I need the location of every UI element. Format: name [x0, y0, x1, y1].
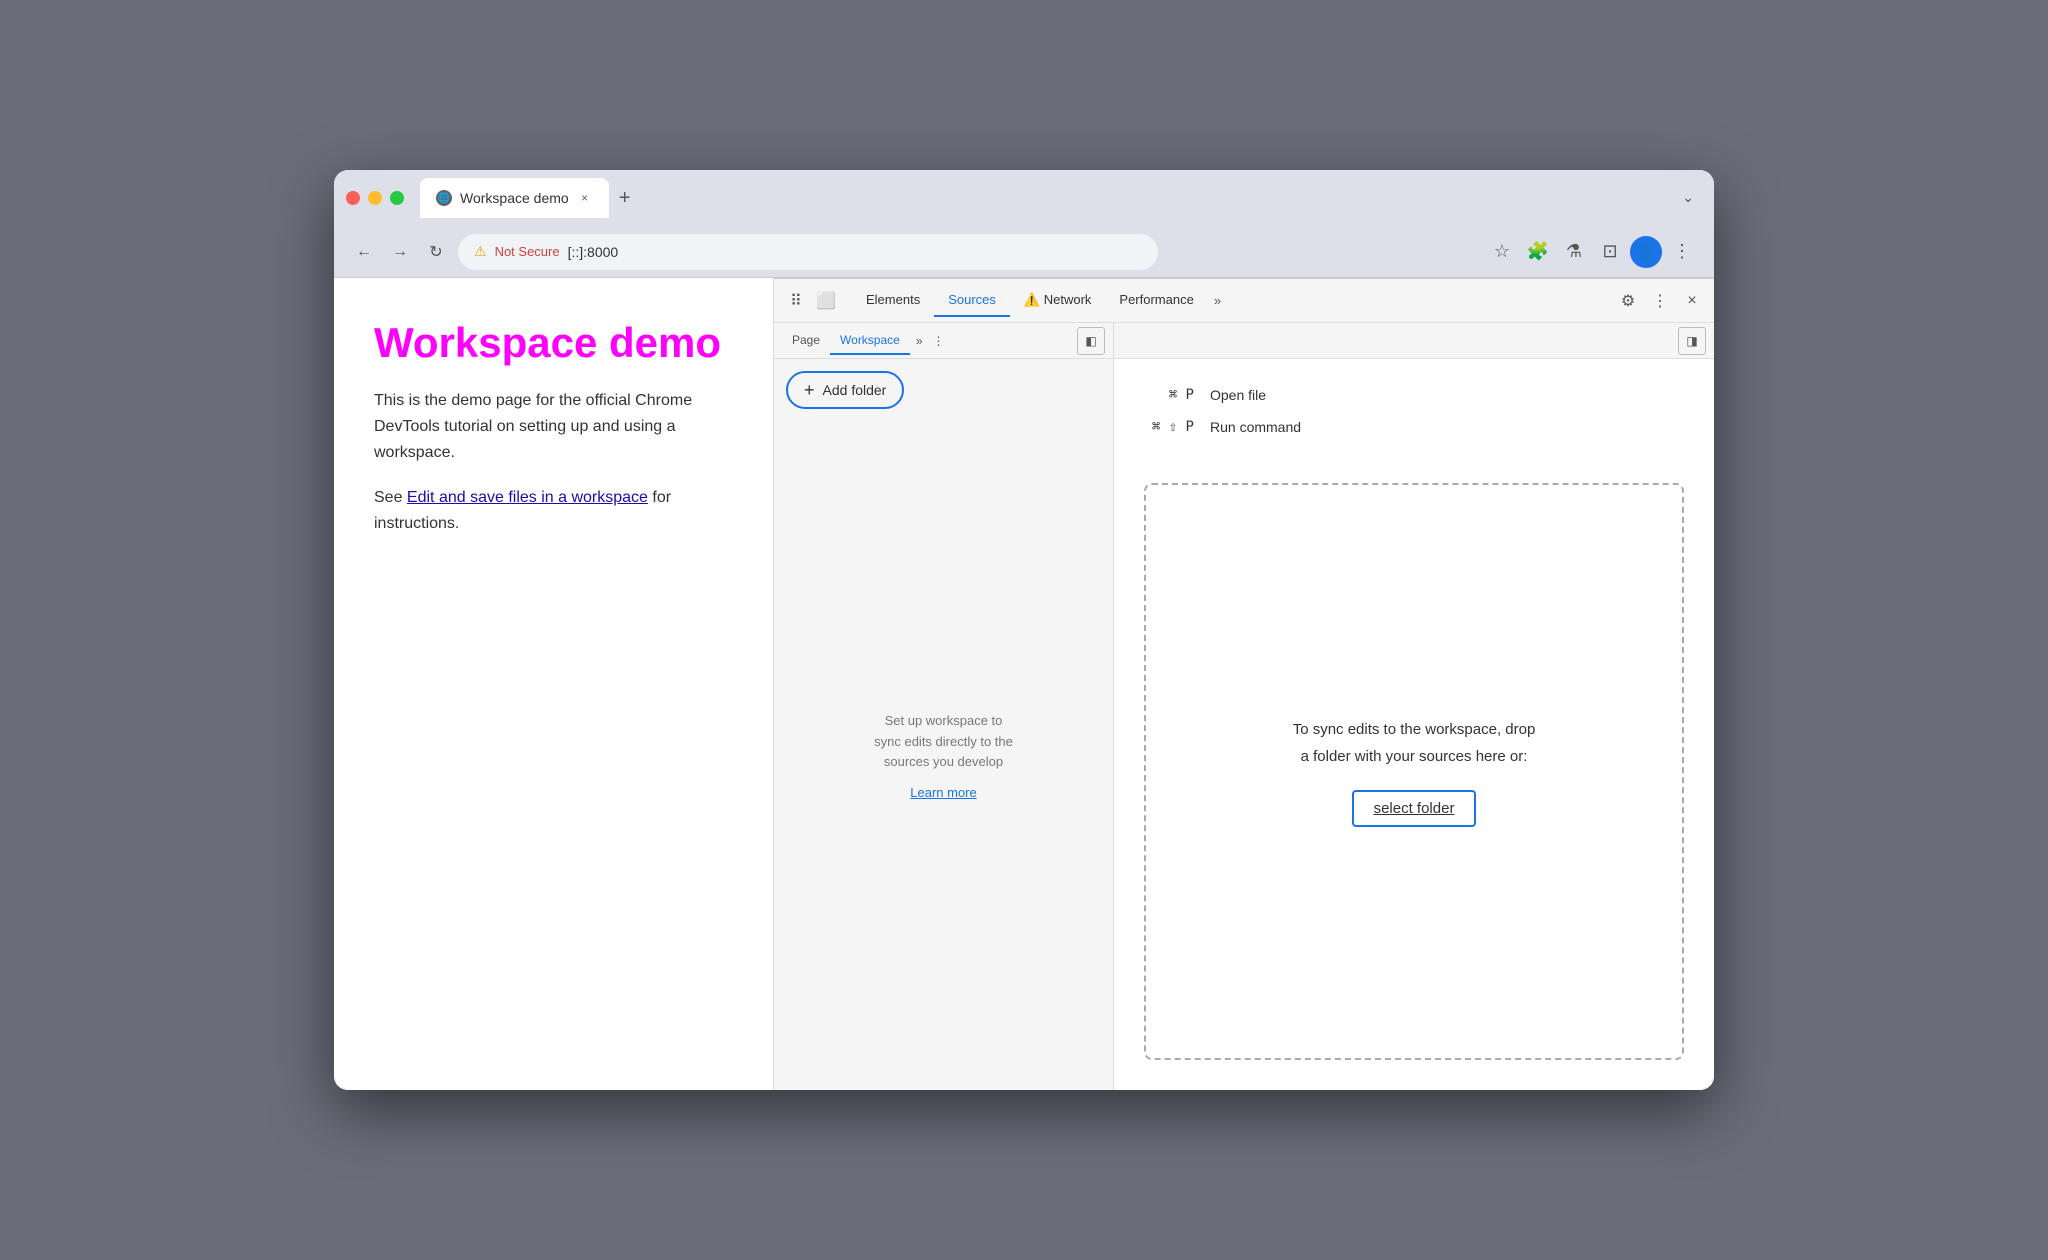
sources-tab[interactable]: Sources [934, 284, 1010, 317]
network-tab[interactable]: ⚠️ Network [1010, 284, 1106, 318]
more-tabs-button[interactable]: » [1208, 285, 1227, 316]
tab-title: Workspace demo [460, 190, 569, 206]
device-toolbar-icon[interactable]: ⬜ [812, 287, 840, 315]
devtools-toolbar-icons: ⠿ ⬜ [782, 287, 840, 315]
sources-main: ◨ ⌘ P Open file ⌘ ⇧ P [1114, 323, 1714, 1090]
sources-panel: Page Workspace » ⋮ ◧ + Add folder [774, 323, 1714, 1090]
devtools-panel: ⠿ ⬜ Elements Sources ⚠️ Network Performa… [774, 278, 1714, 1090]
run-command-key: ⌘ ⇧ P [1134, 419, 1194, 435]
devtools-topbar: ⠿ ⬜ Elements Sources ⚠️ Network Performa… [774, 279, 1714, 323]
new-tab-button[interactable]: + [609, 182, 641, 214]
extensions-icon[interactable]: 🧩 [1522, 236, 1554, 268]
split-icon[interactable]: ⊡ [1594, 236, 1626, 268]
devtools-close-icon[interactable]: × [1678, 287, 1706, 315]
traffic-lights [346, 191, 404, 205]
devtools-more-icon[interactable]: ⋮ [1646, 287, 1674, 315]
bookmark-icon[interactable]: ☆ [1486, 236, 1518, 268]
forward-button[interactable]: → [386, 238, 414, 266]
tab-bar: 🌐 Workspace demo × + [420, 178, 1674, 218]
devtools-right-icons: ⚙ ⋮ × [1614, 287, 1706, 315]
security-warning-icon: ⚠ [474, 243, 487, 260]
profile-icon[interactable]: 👤 [1630, 236, 1662, 268]
tab-close-button[interactable]: × [577, 190, 593, 206]
page-tab[interactable]: Page [782, 327, 830, 355]
add-folder-button[interactable]: + Add folder [786, 371, 904, 409]
inspect-element-icon[interactable]: ⠿ [782, 287, 810, 315]
add-folder-plus-icon: + [804, 381, 815, 399]
page-body-2-prefix: See [374, 489, 407, 506]
empty-state-text: Set up workspace to sync edits directly … [874, 711, 1013, 773]
open-file-shortcut: ⌘ P Open file [1134, 379, 1694, 411]
source-tabs-menu-button[interactable]: ⋮ [933, 334, 945, 348]
devtools-tabs: Elements Sources ⚠️ Network Performance … [852, 284, 1614, 318]
active-tab[interactable]: 🌐 Workspace demo × [420, 178, 609, 218]
sources-tabs: Page Workspace » ⋮ ◧ [774, 323, 1113, 359]
browser-window: 🌐 Workspace demo × + ⌄ ← → ↻ ⚠ Not Secur… [334, 170, 1714, 1090]
content-area: Workspace demo This is the demo page for… [334, 278, 1714, 1090]
chevron-down-icon[interactable]: ⌄ [1682, 189, 1694, 205]
page-title: Workspace demo [374, 318, 733, 368]
more-source-tabs-button[interactable]: » [910, 328, 929, 354]
elements-tab[interactable]: Elements [852, 284, 934, 317]
address-bar: ← → ↻ ⚠ Not Secure [::]:8000 ☆ 🧩 ⚗ ⊡ 👤 ⋮ [334, 226, 1714, 278]
back-button[interactable]: ← [350, 238, 378, 266]
drop-zone-text: To sync edits to the workspace, drop a f… [1293, 716, 1536, 770]
not-secure-label: Not Secure [495, 244, 560, 259]
empty-state: Set up workspace to sync edits directly … [774, 421, 1113, 1090]
add-folder-section: + Add folder [774, 359, 1113, 421]
performance-tab[interactable]: Performance [1105, 284, 1207, 317]
refresh-button[interactable]: ↻ [422, 238, 450, 266]
tab-favicon: 🌐 [436, 190, 452, 206]
close-traffic-light[interactable] [346, 191, 360, 205]
title-bar: 🌐 Workspace demo × + ⌄ [334, 170, 1714, 226]
run-command-label: Run command [1210, 419, 1301, 435]
network-warning-icon: ⚠️ [1024, 292, 1044, 307]
title-bar-right: ⌄ [1682, 189, 1702, 207]
url-text: [::]:8000 [568, 244, 619, 260]
learn-more-link[interactable]: Learn more [910, 785, 976, 800]
panel-toggle-button[interactable]: ◧ [1077, 327, 1105, 355]
right-panel-content: ⌘ P Open file ⌘ ⇧ P Run command [1114, 359, 1714, 1090]
drop-zone[interactable]: To sync edits to the workspace, drop a f… [1144, 483, 1684, 1060]
select-folder-button[interactable]: select folder [1352, 790, 1477, 827]
lab-icon[interactable]: ⚗ [1558, 236, 1590, 268]
omnibox[interactable]: ⚠ Not Secure [::]:8000 [458, 234, 1158, 270]
devtools-settings-icon[interactable]: ⚙ [1614, 287, 1642, 315]
sources-sidebar: Page Workspace » ⋮ ◧ + Add folder [774, 323, 1114, 1090]
browser-toolbar-icons: ☆ 🧩 ⚗ ⊡ 👤 ⋮ [1486, 236, 1698, 268]
devtools-body: Page Workspace » ⋮ ◧ + Add folder [774, 323, 1714, 1090]
page-body-2: See Edit and save files in a workspace f… [374, 485, 733, 536]
right-panel-toggle-button[interactable]: ◨ [1678, 327, 1706, 355]
more-options-icon[interactable]: ⋮ [1666, 236, 1698, 268]
webpage: Workspace demo This is the demo page for… [334, 278, 774, 1090]
add-folder-label: Add folder [823, 382, 887, 398]
sources-main-header: ◨ [1114, 323, 1714, 359]
workspace-tab[interactable]: Workspace [830, 327, 910, 355]
maximize-traffic-light[interactable] [390, 191, 404, 205]
page-body-1: This is the demo page for the official C… [374, 388, 733, 465]
shortcuts-area: ⌘ P Open file ⌘ ⇧ P Run command [1134, 379, 1694, 443]
open-file-label: Open file [1210, 387, 1266, 403]
open-file-key: ⌘ P [1134, 387, 1194, 403]
workspace-link[interactable]: Edit and save files in a workspace [407, 489, 648, 506]
run-command-shortcut: ⌘ ⇧ P Run command [1134, 411, 1694, 443]
minimize-traffic-light[interactable] [368, 191, 382, 205]
